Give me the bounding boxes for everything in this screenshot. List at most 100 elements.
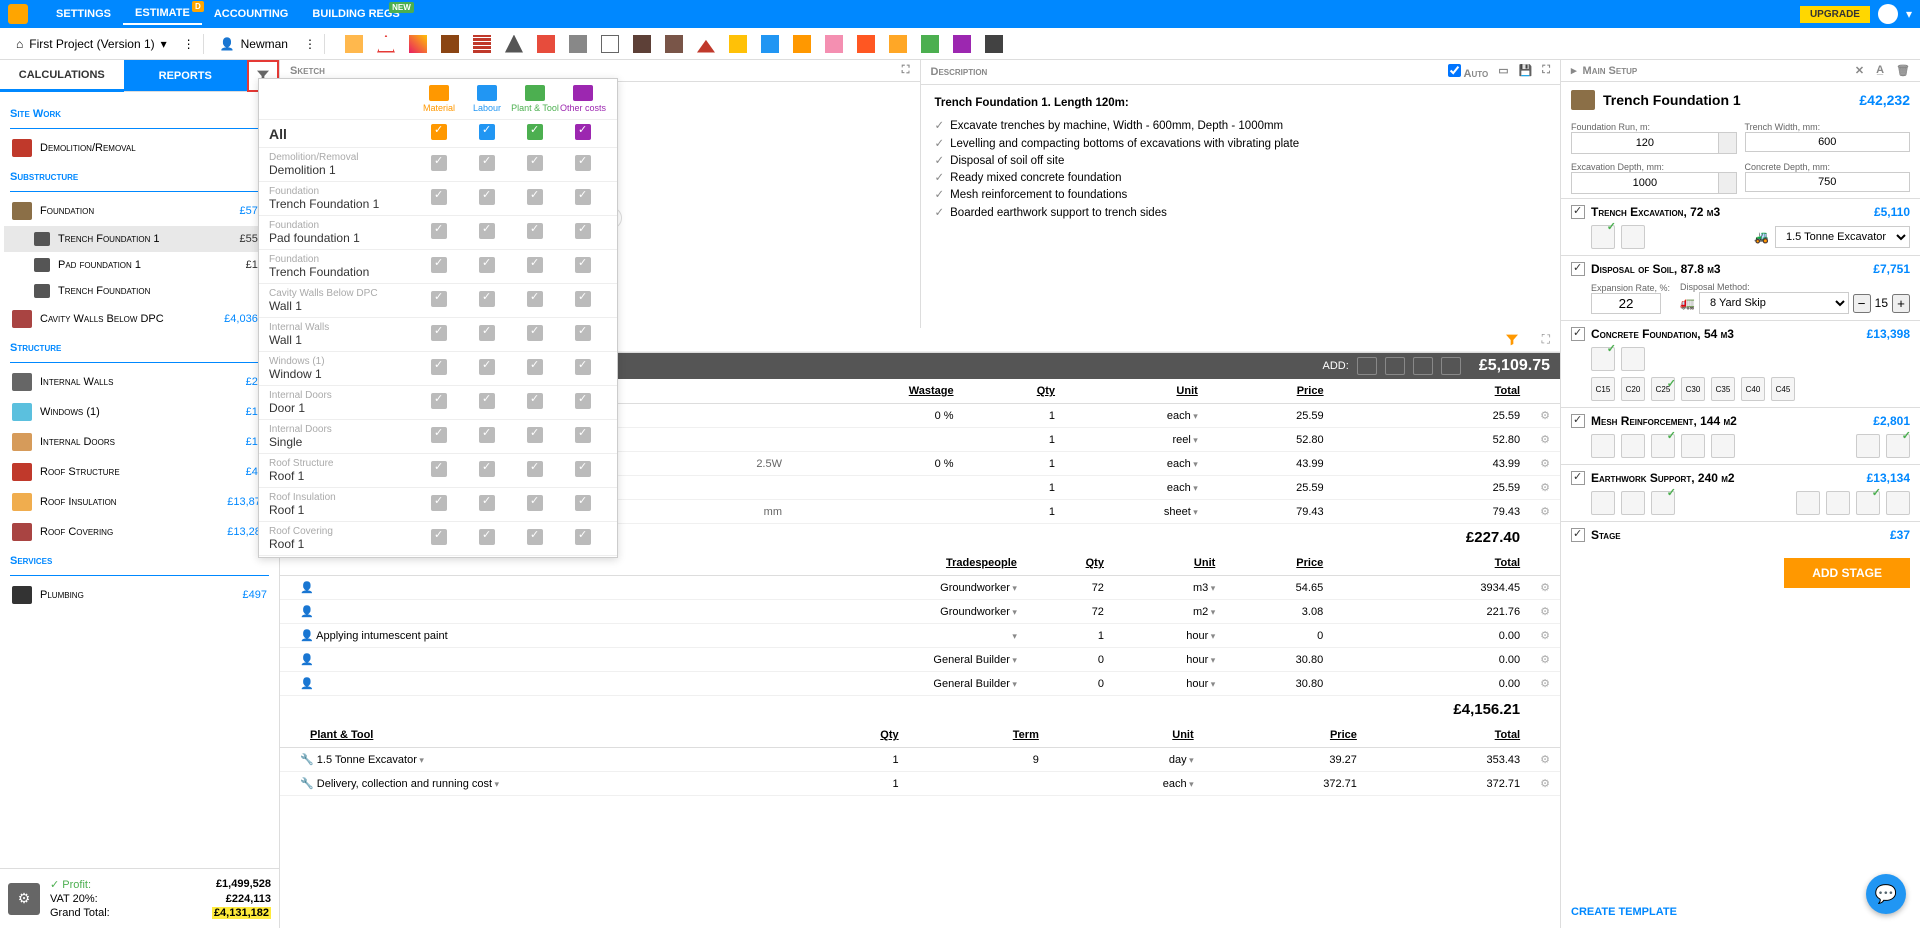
project-menu-icon[interactable]: ⋮ xyxy=(183,37,195,51)
filter-check[interactable] xyxy=(479,393,495,409)
filter-check[interactable] xyxy=(527,427,543,443)
user-avatar-icon[interactable] xyxy=(1878,4,1898,24)
filter-row[interactable]: FoundationTrench Foundation xyxy=(259,249,617,283)
concrete-option[interactable] xyxy=(1621,347,1645,371)
col-trades[interactable]: Tradespeople xyxy=(792,551,1027,576)
excavation-option[interactable] xyxy=(1621,225,1645,249)
tool-icon[interactable] xyxy=(601,35,619,53)
filter-row[interactable]: PlumbingToilet xyxy=(259,555,617,558)
sidebar-item-pad-foundation-1[interactable]: Pad foundation 1 £1,6 xyxy=(4,252,275,278)
tool-icon[interactable] xyxy=(537,35,555,53)
filter-check[interactable] xyxy=(527,529,543,545)
tool-icon[interactable] xyxy=(505,35,523,53)
tool-icon[interactable] xyxy=(889,35,907,53)
user-selector[interactable]: 👤 Newman xyxy=(212,33,296,55)
col-total[interactable]: Total xyxy=(1333,551,1530,576)
filter-row[interactable]: Internal WallsWall 1 xyxy=(259,317,617,351)
filter-check[interactable] xyxy=(575,223,591,239)
stage-checkbox[interactable] xyxy=(1571,528,1585,542)
tool-icon[interactable] xyxy=(729,35,747,53)
concrete-depth-input[interactable] xyxy=(1746,173,1910,191)
mesh-option[interactable] xyxy=(1591,434,1615,458)
col-wastage[interactable]: Wastage xyxy=(792,379,964,404)
table-row[interactable]: 🔧 1.5 Tonne Excavator19day39.27353.43⚙ xyxy=(280,748,1560,772)
user-menu-chevron-icon[interactable]: ▾ xyxy=(1906,7,1912,21)
row-gear-icon[interactable]: ⚙ xyxy=(1530,648,1560,672)
filter-check[interactable] xyxy=(431,189,447,205)
app-logo[interactable] xyxy=(8,4,28,24)
filter-check[interactable] xyxy=(575,124,591,140)
measure-icon[interactable] xyxy=(1718,133,1736,153)
col-term[interactable]: Term xyxy=(909,723,1049,748)
settings-gear-button[interactable]: ⚙ xyxy=(8,883,40,915)
col-total[interactable]: Total xyxy=(1334,379,1531,404)
save-icon[interactable]: 💾 xyxy=(1519,64,1533,80)
project-selector[interactable]: ⌂ First Project (Version 1) ▾ xyxy=(8,33,175,55)
concrete-grade-option[interactable]: C15 xyxy=(1591,377,1615,401)
earthwork-type-option[interactable] xyxy=(1796,491,1820,515)
nav-estimate[interactable]: ESTIMATE D xyxy=(123,3,202,25)
tool-icon[interactable] xyxy=(921,35,939,53)
tool-icon[interactable] xyxy=(793,35,811,53)
earthwork-option[interactable] xyxy=(1651,491,1675,515)
filter-check[interactable] xyxy=(479,359,495,375)
tool-icon[interactable] xyxy=(825,35,843,53)
concrete-grade-option[interactable]: C40 xyxy=(1741,377,1765,401)
filter-check[interactable] xyxy=(527,257,543,273)
nav-buildingregs[interactable]: BUILDING REGS NEW xyxy=(300,4,411,24)
filter-row[interactable]: Windows (1)Window 1 xyxy=(259,351,617,385)
col-price[interactable]: Price xyxy=(1225,551,1333,576)
col-qty[interactable]: Qty xyxy=(964,379,1065,404)
excavation-option[interactable] xyxy=(1591,225,1615,249)
add-labour-icon[interactable] xyxy=(1385,357,1405,375)
tool-icon[interactable] xyxy=(473,35,491,53)
row-gear-icon[interactable]: ⚙ xyxy=(1530,476,1560,500)
chat-fab-button[interactable]: 💬 xyxy=(1866,874,1906,914)
filter-check[interactable] xyxy=(527,189,543,205)
sidebar-item-plumbing[interactable]: Plumbing £497 xyxy=(4,580,275,610)
disposal-checkbox[interactable] xyxy=(1571,262,1585,276)
filter-check[interactable] xyxy=(575,393,591,409)
filter-check[interactable] xyxy=(431,291,447,307)
filter-check[interactable] xyxy=(431,529,447,545)
tool-icon[interactable] xyxy=(409,35,427,53)
excavation-depth-input[interactable] xyxy=(1572,174,1718,192)
filter-check[interactable] xyxy=(527,155,543,171)
concrete-checkbox[interactable] xyxy=(1571,327,1585,341)
row-gear-icon[interactable]: ⚙ xyxy=(1530,772,1560,796)
chevron-icon[interactable]: ▸ xyxy=(1571,64,1577,77)
filter-row[interactable]: Cavity Walls Below DPCWall 1 xyxy=(259,283,617,317)
concrete-grade-option[interactable]: C35 xyxy=(1711,377,1735,401)
table-row[interactable]: 👤 General Builder0hour30.800.00⚙ xyxy=(280,672,1560,696)
row-gear-icon[interactable]: ⚙ xyxy=(1530,748,1560,772)
tool-icon[interactable] xyxy=(857,35,875,53)
filter-check[interactable] xyxy=(575,325,591,341)
mesh-layer-option[interactable] xyxy=(1886,434,1910,458)
filter-check[interactable] xyxy=(479,223,495,239)
row-gear-icon[interactable]: ⚙ xyxy=(1530,576,1560,600)
col-qty[interactable]: Qty xyxy=(1027,551,1114,576)
filter-check[interactable] xyxy=(575,189,591,205)
sidebar-item-roof-covering[interactable]: Roof Covering £13,289 xyxy=(4,517,275,547)
col-price[interactable]: Price xyxy=(1208,379,1334,404)
tool-icon[interactable] xyxy=(345,35,363,53)
filter-check[interactable] xyxy=(431,325,447,341)
filter-check[interactable] xyxy=(527,495,543,511)
mesh-option[interactable] xyxy=(1621,434,1645,458)
increment-button[interactable]: + xyxy=(1892,294,1910,313)
filter-check[interactable] xyxy=(527,291,543,307)
tool-icon[interactable] xyxy=(665,35,683,53)
filter-check[interactable] xyxy=(479,325,495,341)
earthwork-type-option[interactable] xyxy=(1886,491,1910,515)
tool-icon[interactable] xyxy=(441,35,459,53)
nav-accounting[interactable]: ACCOUNTING xyxy=(202,4,301,24)
expand-icon[interactable]: ⛶ xyxy=(1542,332,1550,347)
nav-settings[interactable]: SETTINGS xyxy=(44,4,123,24)
filter-row[interactable]: Roof InsulationRoof 1 xyxy=(259,487,617,521)
filter-row[interactable]: FoundationTrench Foundation 1 xyxy=(259,181,617,215)
filter-check[interactable] xyxy=(479,124,495,140)
mesh-option[interactable] xyxy=(1681,434,1705,458)
expansion-rate-input[interactable] xyxy=(1591,293,1661,314)
filter-check[interactable] xyxy=(575,461,591,477)
excavation-checkbox[interactable] xyxy=(1571,205,1585,219)
